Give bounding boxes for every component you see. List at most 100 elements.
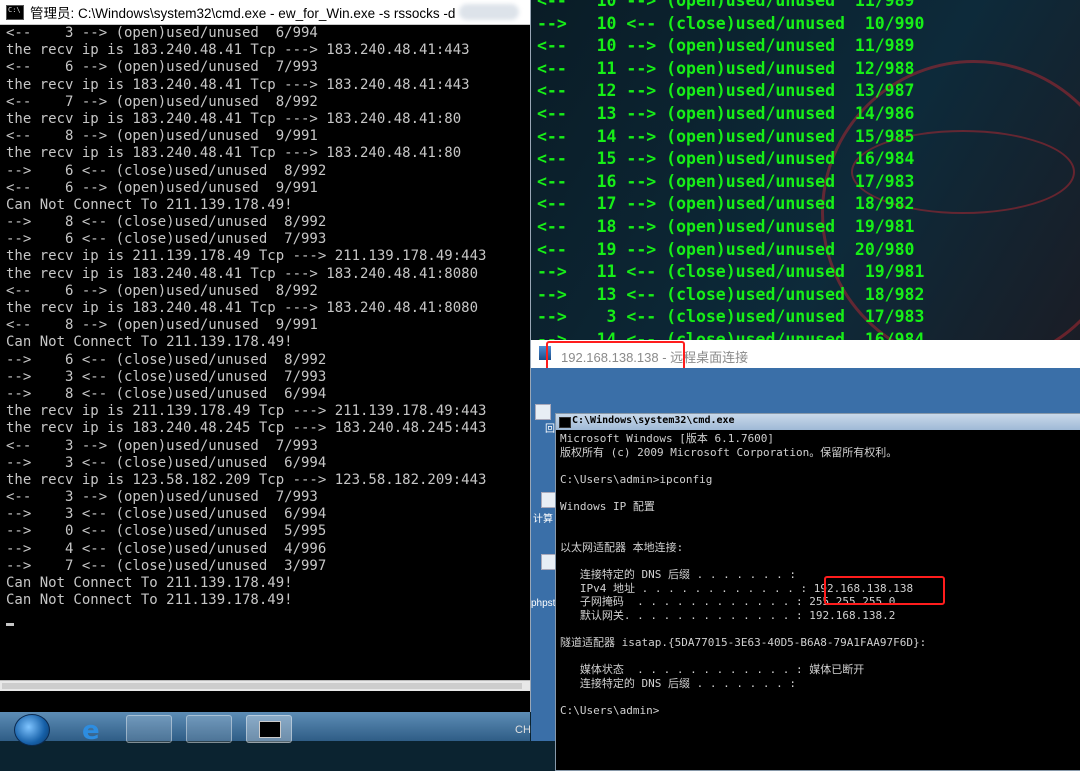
console-line: C:\Users\admin>ipconfig (560, 472, 713, 486)
console-line: --> 3 <-- (close)used/unused 7/993 (6, 368, 327, 385)
console-line: --> 10 <-- (close)used/unused 10/990 (537, 13, 925, 33)
console-line: --> 6 <-- (close)used/unused 8/992 (6, 162, 327, 179)
console-line: 默认网关. . . . . . . . . . . . . : 192.168.… (560, 608, 896, 622)
start-button-icon[interactable] (14, 714, 50, 746)
console-line: <-- 6 --> (open)used/unused 8/992 (6, 282, 318, 299)
console-line: <-- 10 --> (open)used/unused 11/989 (537, 0, 915, 10)
left-cmd-title: 管理员: C:\Windows\system32\cmd.exe - ew_fo… (30, 6, 456, 21)
console-cursor (6, 623, 14, 626)
taskbar: e (0, 712, 530, 746)
console-line: <-- 8 --> (open)used/unused 9/991 (6, 128, 318, 145)
redacted-blur (459, 4, 520, 20)
console-line: 连接特定的 DNS 后缀 . . . . . . . : (560, 567, 796, 581)
console-line: <-- 11 --> (open)used/unused 12/988 (537, 58, 915, 78)
horizontal-scrollbar[interactable] (0, 680, 530, 691)
console-line: --> 3 <-- (close)used/unused 17/983 (537, 307, 925, 327)
left-cmd-output: <-- 3 --> (open)used/unused 6/994 the rec… (6, 25, 526, 609)
console-line: the recv ip is 183.240.48.41 Tcp ---> 18… (6, 42, 470, 59)
console-line: the recv ip is 183.240.48.245 Tcp ---> 1… (6, 420, 487, 437)
console-line: <-- 15 --> (open)used/unused 16/984 (537, 149, 915, 169)
left-cmd-window[interactable]: 管理员: C:\Windows\system32\cmd.exe - ew_fo… (0, 0, 532, 712)
remote-desktop-window[interactable]: 192.168.138.138 - 远程桌面连接 回 计算 phpst C:\W… (531, 340, 1080, 771)
console-line: the recv ip is 183.240.48.41 Tcp ---> 18… (6, 76, 470, 93)
console-line: 子网掩码 . . . . . . . . . . . . : 255.255.2… (560, 595, 896, 609)
console-line: Can Not Connect To 211.139.178.49! (6, 575, 293, 591)
console-line: <-- 16 --> (open)used/unused 17/983 (537, 171, 915, 191)
cmd-icon (6, 4, 24, 20)
scrollbar-thumb[interactable] (2, 683, 522, 689)
console-line: <-- 3 --> (open)used/unused 7/993 (6, 489, 318, 506)
console-line: 以太网适配器 本地连接: (560, 540, 684, 554)
console-line: --> 3 <-- (close)used/unused 6/994 (6, 454, 327, 471)
console-line: the recv ip is 123.58.182.209 Tcp ---> 1… (6, 471, 487, 488)
console-line: --> 6 <-- (close)used/unused 8/992 (6, 351, 327, 368)
rdp-titlebar[interactable]: 192.168.138.138 - 远程桌面连接 (531, 340, 1080, 375)
console-line: Can Not Connect To 211.139.178.49! (6, 592, 293, 609)
console-line: --> 14 <-- (close)used/unused 16/984 (537, 329, 925, 340)
console-line: --> 6 <-- (close)used/unused 7/993 (6, 231, 327, 248)
console-line: --> 11 <-- (close)used/unused 19/981 (537, 262, 925, 282)
console-line: <-- 14 --> (open)used/unused 15/985 (537, 126, 915, 146)
inner-cmd-output: Microsoft Windows [版本 6.1.7600] 版权所有 (c) … (560, 432, 1080, 717)
console-line: IPv4 地址 . . . . . . . . . . . . : 192.16… (560, 581, 914, 595)
console-line: the recv ip is 211.139.178.49 Tcp ---> 2… (6, 403, 487, 420)
console-line: Microsoft Windows [版本 6.1.7600] (560, 432, 775, 445)
console-line: the recv ip is 183.240.48.41 Tcp ---> 18… (6, 300, 479, 316)
console-line: <-- 8 --> (open)used/unused 9/991 (6, 317, 318, 334)
console-line: --> 8 <-- (close)used/unused 8/992 (6, 214, 327, 231)
right-cmd-window[interactable]: <-- 10 --> (open)used/unused 11/989 --> 1… (531, 0, 1080, 340)
console-line: --> 13 <-- (close)used/unused 18/982 (537, 284, 925, 304)
console-line: <-- 7 --> (open)used/unused 8/992 (6, 93, 318, 110)
inner-cmd-titlebar[interactable]: C:\Windows\system32\cmd.exe (556, 414, 1080, 430)
console-line: Can Not Connect To 211.139.178.49! (6, 196, 293, 213)
desktop-icon-label: phpst (531, 598, 556, 609)
console-line: C:\Users\admin> (560, 703, 660, 717)
console-line: Windows IP 配置 (560, 499, 655, 513)
taskbar-cmd-button[interactable] (246, 715, 292, 743)
console-line: --> 4 <-- (close)used/unused 4/996 (6, 540, 327, 557)
console-line: --> 3 <-- (close)used/unused 6/994 (6, 506, 327, 523)
console-line: 隧道适配器 isatap.{5DA77015-3E63-40D5-B6A8-79… (560, 635, 927, 649)
console-line: <-- 3 --> (open)used/unused 7/993 (6, 437, 318, 454)
console-line: <-- 12 --> (open)used/unused 13/987 (537, 81, 915, 101)
cmd-icon (559, 417, 571, 428)
console-line: <-- 18 --> (open)used/unused 19/981 (537, 216, 915, 236)
taskbar-media-button[interactable] (186, 715, 232, 743)
desktop-icon-label: 计算 (533, 514, 553, 525)
internet-explorer-icon[interactable]: e (82, 716, 100, 746)
console-line: <-- 17 --> (open)used/unused 18/982 (537, 194, 915, 214)
console-line: --> 0 <-- (close)used/unused 5/995 (6, 523, 327, 540)
console-line: Can Not Connect To 211.139.178.49! (6, 334, 293, 351)
console-line: <-- 6 --> (open)used/unused 9/991 (6, 179, 318, 196)
taskbar-explorer-button[interactable] (126, 715, 172, 743)
console-line: <-- 3 --> (open)used/unused 6/994 (6, 25, 318, 41)
console-line: 媒体状态 . . . . . . . . . . . . : 媒体已断开 (560, 663, 865, 677)
recycle-bin-icon[interactable] (535, 404, 551, 420)
desktop-icon-label: 回 (545, 424, 555, 435)
tray-language[interactable]: CH (515, 724, 531, 736)
console-line: <-- 13 --> (open)used/unused 14/986 (537, 103, 915, 123)
console-line: 版权所有 (c) 2009 Microsoft Corporation。保留所有… (560, 445, 898, 459)
console-line: 连接特定的 DNS 后缀 . . . . . . . : (560, 676, 796, 690)
console-line: <-- 10 --> (open)used/unused 11/989 (537, 36, 915, 56)
left-cmd-titlebar[interactable]: 管理员: C:\Windows\system32\cmd.exe - ew_fo… (0, 0, 530, 25)
console-line: the recv ip is 211.139.178.49 Tcp ---> 2… (6, 248, 487, 265)
cmd-icon (259, 721, 281, 738)
ipv4-highlight-box (824, 576, 945, 605)
console-line: the recv ip is 183.240.48.41 Tcp ---> 18… (6, 145, 462, 162)
inner-cmd-window[interactable]: C:\Windows\system32\cmd.exe Microsoft Wi… (555, 413, 1080, 771)
console-line: <-- 19 --> (open)used/unused 20/980 (537, 239, 915, 259)
right-cmd-output: <-- 10 --> (open)used/unused 11/989 --> 1… (537, 0, 1077, 340)
console-line: <-- 6 --> (open)used/unused 7/993 (6, 59, 318, 76)
remote-desktop-area[interactable]: 回 计算 phpst C:\Windows\system32\cmd.exe M… (531, 368, 1080, 771)
console-line: the recv ip is 183.240.48.41 Tcp ---> 18… (6, 110, 462, 127)
console-line: --> 8 <-- (close)used/unused 6/994 (6, 385, 327, 402)
